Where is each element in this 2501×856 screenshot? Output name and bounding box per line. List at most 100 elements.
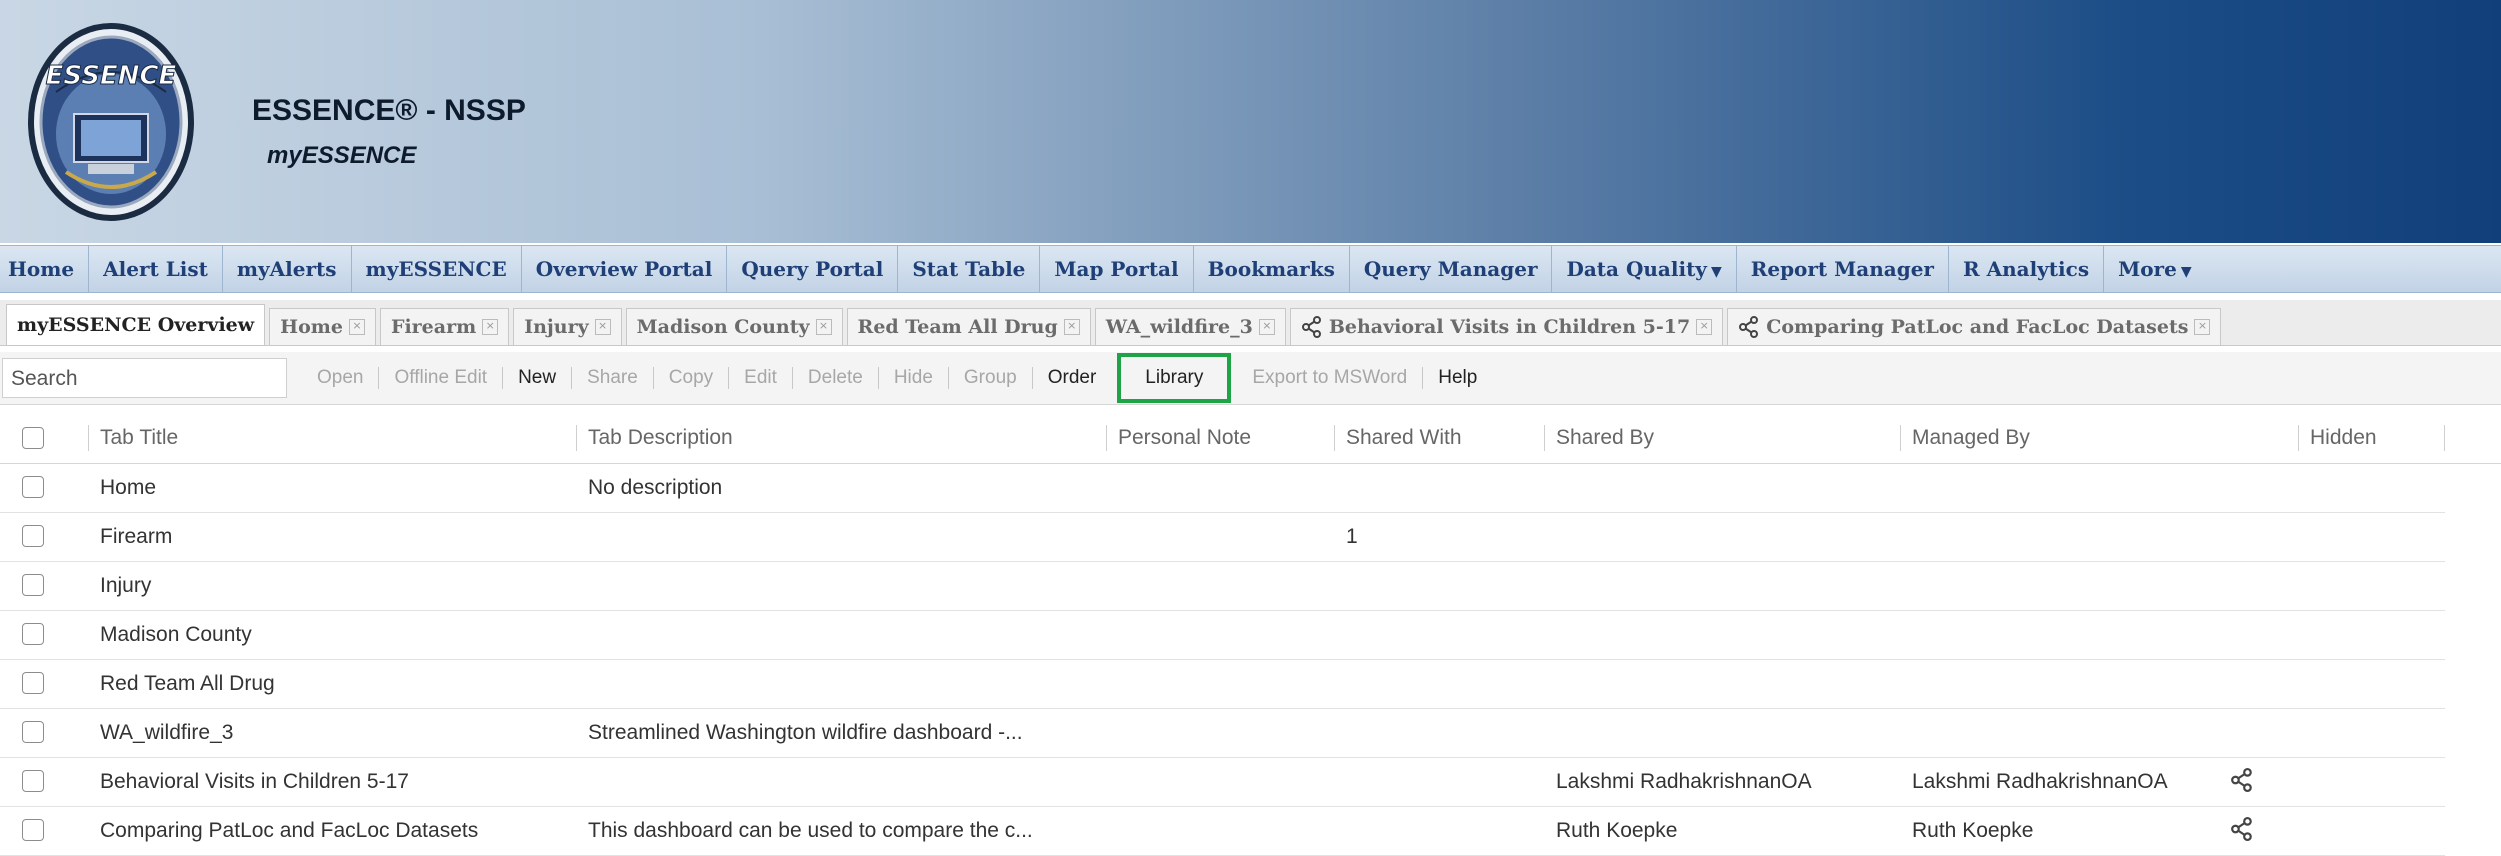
tab-title-cell: Injury [100, 574, 152, 597]
shared-by-cell: Lakshmi RadhakrishnanOA [1556, 770, 1812, 793]
table-row[interactable]: Behavioral Visits in Children 5-17 Lakshm… [0, 758, 2445, 807]
search-input[interactable]: Search [2, 358, 287, 398]
tab-injury[interactable]: Injury × [513, 308, 622, 345]
close-icon[interactable]: × [1258, 319, 1275, 335]
nav-bookmarks[interactable]: Bookmarks [1194, 246, 1350, 292]
col-header-managed-by[interactable]: Managed By [1900, 413, 2030, 463]
nav-map-portal[interactable]: Map Portal [1040, 246, 1194, 292]
row-checkbox[interactable] [22, 623, 44, 645]
nav-data-quality[interactable]: Data Quality ▼ [1552, 246, 1737, 292]
close-icon[interactable]: × [1063, 319, 1080, 335]
tab-description-cell: This dashboard can be used to compare th… [588, 819, 1033, 842]
col-header-shared-with[interactable]: Shared With [1334, 413, 1462, 463]
row-checkbox[interactable] [22, 525, 44, 547]
hide-button[interactable]: Hide [879, 367, 948, 389]
tab-myessence-overview[interactable]: myESSENCE Overview [6, 304, 266, 345]
tab-strip: myESSENCE Overview Home × Firearm × Injury… [0, 300, 2501, 346]
open-button[interactable]: Open [302, 367, 378, 389]
new-button[interactable]: New [503, 367, 571, 389]
order-button[interactable]: Order [1033, 367, 1112, 389]
close-icon[interactable]: × [815, 319, 832, 335]
copy-button[interactable]: Copy [654, 367, 728, 389]
table-row[interactable]: Firearm 1 [0, 513, 2445, 562]
tab-description-cell: No description [588, 476, 723, 499]
nav-more[interactable]: More ▼ [2104, 246, 2206, 292]
app-title: ESSENCE® - NSSP [252, 94, 526, 127]
share-icon [1739, 316, 1759, 338]
row-checkbox[interactable] [22, 476, 44, 498]
offline-edit-button[interactable]: Offline Edit [379, 367, 502, 389]
col-header-hidden[interactable]: Hidden [2298, 413, 2377, 463]
share-icon [1301, 316, 1321, 338]
nav-myalerts[interactable]: myAlerts [223, 246, 352, 292]
col-header-tab-title[interactable]: Tab Title [87, 413, 178, 463]
row-checkbox[interactable] [22, 819, 44, 841]
chevron-down-icon: ▼ [1710, 264, 1722, 280]
table-row[interactable]: Home No description [0, 464, 2445, 513]
nav-report-manager[interactable]: Report Manager [1737, 246, 1949, 292]
tab-red-team-all-drug[interactable]: Red Team All Drug × [846, 308, 1091, 345]
nav-query-portal[interactable]: Query Portal [727, 246, 899, 292]
select-all-checkbox[interactable] [22, 427, 44, 449]
share-icon [2231, 768, 2252, 792]
close-icon[interactable]: × [2194, 319, 2211, 335]
nav-stat-table[interactable]: Stat Table [898, 246, 1041, 292]
close-icon[interactable]: × [1696, 319, 1713, 335]
main-nav: Home Alert List myAlerts myESSENCE Overv… [0, 245, 2501, 293]
col-header-personal-note[interactable]: Personal Note [1105, 413, 1251, 463]
table-row[interactable]: Comparing PatLoc and FacLoc Datasets This… [0, 807, 2445, 856]
managed-by-cell: Ruth Koepke [1912, 819, 2034, 842]
tab-madison-county[interactable]: Madison County × [625, 308, 843, 345]
managed-by-cell: Lakshmi RadhakrishnanOA [1912, 770, 2168, 793]
library-button[interactable]: Library [1117, 353, 1232, 403]
tab-title-cell: Red Team All Drug [100, 672, 275, 695]
share-icon [2231, 817, 2252, 841]
nav-alert-list[interactable]: Alert List [89, 246, 223, 292]
table-row[interactable]: Red Team All Drug [0, 660, 2445, 709]
col-header-tab-description[interactable]: Tab Description [576, 413, 733, 463]
nav-home[interactable]: Home [0, 246, 90, 292]
nav-overview-portal[interactable]: Overview Portal [522, 246, 728, 292]
col-header-shared-by[interactable]: Shared By [1543, 413, 1654, 463]
tab-comparing-patloc[interactable]: Comparing PatLoc and FacLoc Datasets × [1727, 308, 2222, 345]
tab-wa-wildfire-3[interactable]: WA_wildfire_3 × [1094, 308, 1286, 345]
close-icon[interactable]: × [348, 319, 365, 335]
logo-lettering: ESSENCE [46, 61, 177, 91]
tab-title-cell: WA_wildfire_3 [100, 721, 234, 744]
delete-button[interactable]: Delete [793, 367, 878, 389]
grid-body: Home No description Firearm 1 Injury Madison … [0, 464, 2501, 856]
edit-button[interactable]: Edit [729, 367, 792, 389]
nav-myessence[interactable]: myESSENCE [352, 246, 522, 292]
tab-title-cell: Comparing PatLoc and FacLoc Datasets [100, 819, 479, 842]
essence-logo: ESSENCE [28, 23, 194, 221]
chevron-down-icon: ▼ [2180, 264, 2192, 280]
export-msword-button[interactable]: Export to MSWord [1237, 367, 1422, 389]
table-row[interactable]: Injury [0, 562, 2445, 611]
nav-query-manager[interactable]: Query Manager [1350, 246, 1553, 292]
nav-r-analytics[interactable]: R Analytics [1949, 246, 2105, 292]
tab-title-cell: Madison County [100, 623, 252, 646]
row-checkbox[interactable] [22, 574, 44, 596]
tab-behavioral-visits[interactable]: Behavioral Visits in Children 5-17 × [1289, 308, 1724, 345]
table-row[interactable]: WA_wildfire_3 Streamlined Washington wild… [0, 709, 2445, 758]
app-subtitle: myESSENCE [267, 142, 417, 169]
tabs-grid: Tab Title Tab Description Personal Note … [0, 413, 2501, 856]
tab-title-cell: Firearm [100, 525, 173, 548]
grid-header: Tab Title Tab Description Personal Note … [0, 413, 2501, 464]
share-button[interactable]: Share [572, 367, 653, 389]
tab-title-cell: Behavioral Visits in Children 5-17 [100, 770, 409, 793]
row-checkbox[interactable] [22, 721, 44, 743]
header-banner: ESSENCE ESSENCE® - NSSP myESSENCE [0, 0, 2501, 243]
tab-description-cell: Streamlined Washington wildfire dashboar… [588, 721, 1023, 744]
help-button[interactable]: Help [1423, 367, 1492, 389]
close-icon[interactable]: × [594, 319, 611, 335]
row-checkbox[interactable] [22, 770, 44, 792]
tab-title-cell: Home [100, 476, 157, 499]
close-icon[interactable]: × [482, 319, 499, 335]
row-checkbox[interactable] [22, 672, 44, 694]
group-button[interactable]: Group [949, 367, 1032, 389]
shared-with-cell: 1 [1346, 525, 1358, 548]
table-row[interactable]: Madison County [0, 611, 2445, 660]
tab-firearm[interactable]: Firearm × [379, 308, 510, 345]
tab-home[interactable]: Home × [269, 308, 376, 345]
